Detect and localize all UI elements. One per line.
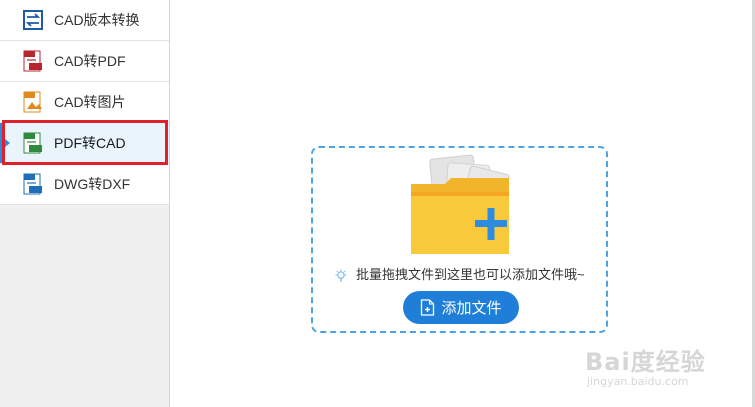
add-file-button[interactable]: 添加文件 — [403, 291, 519, 324]
sidebar-item-pdf-to-cad[interactable]: PDF转CAD — [0, 123, 169, 164]
sidebar-item-cad-version-convert[interactable]: CAD版本转换 — [0, 0, 169, 41]
cad-to-image-icon — [23, 91, 42, 113]
sidebar-item-label: DWG转DXF — [54, 176, 131, 192]
dwg-to-dxf-icon — [23, 173, 42, 195]
folder-add-icon — [411, 154, 510, 254]
sidebar-nav: CAD版本转换 CAD转PDF CAD转图片 PDF转CAD DWG转DXF — [0, 0, 169, 205]
sidebar-item-label: PDF转CAD — [54, 135, 126, 151]
drag-hint-text: 批量拖拽文件到这里也可以添加文件哦~ — [356, 267, 585, 282]
sidebar-item-label: CAD转图片 — [54, 94, 126, 110]
sidebar-item-dwg-to-dxf[interactable]: DWG转DXF — [0, 164, 169, 205]
pdf-to-cad-icon — [23, 132, 42, 154]
active-arrow-icon — [5, 139, 10, 147]
add-file-button-label: 添加文件 — [441, 300, 502, 317]
cad-to-pdf-icon — [23, 50, 42, 72]
lightbulb-icon — [335, 269, 347, 282]
sidebar-item-cad-to-image[interactable]: CAD转图片 — [0, 82, 169, 123]
watermark: Bai度经验 jingyan.baidu.com — [585, 342, 706, 388]
sidebar-item-label: CAD转PDF — [54, 53, 126, 69]
file-add-icon — [421, 299, 435, 316]
active-indicator — [0, 123, 3, 163]
watermark-url: jingyan.baidu.com — [587, 375, 689, 388]
file-drop-zone[interactable]: 批量拖拽文件到这里也可以添加文件哦~ 添加文件 — [311, 146, 608, 333]
cad-version-convert-icon — [23, 10, 43, 30]
watermark-brand: Bai度经验 — [585, 348, 706, 376]
sidebar-item-label: CAD版本转换 — [54, 12, 140, 28]
sidebar-item-cad-to-pdf[interactable]: CAD转PDF — [0, 41, 169, 82]
sidebar: CAD版本转换 CAD转PDF CAD转图片 PDF转CAD DWG转DXF — [0, 0, 170, 407]
drag-hint: 批量拖拽文件到这里也可以添加文件哦~ — [313, 264, 606, 283]
